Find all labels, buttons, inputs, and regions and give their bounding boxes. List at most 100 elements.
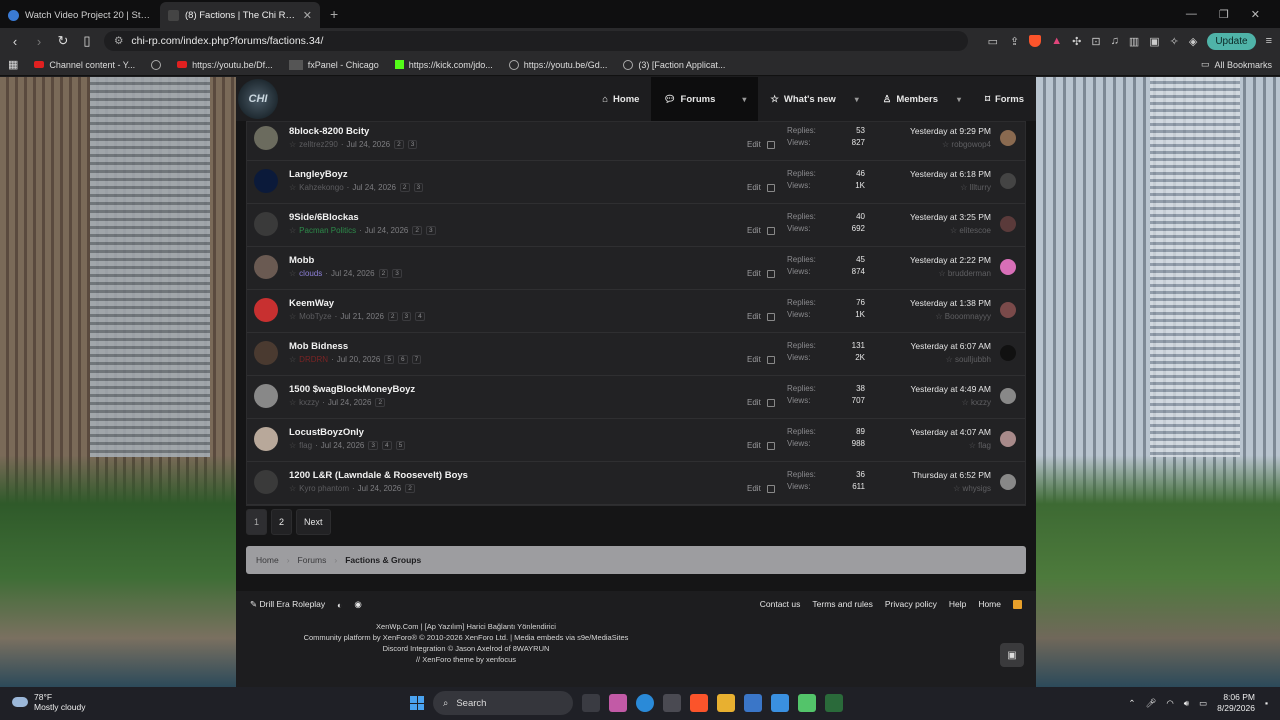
file-explorer-icon[interactable] [717,694,735,712]
site-settings-icon[interactable]: ⚙ [114,35,123,47]
star-icon[interactable]: ☆ [289,398,296,407]
breadcrumb-current[interactable]: Factions & Groups [345,555,421,565]
nav-forms[interactable]: ⌑ Forms [973,77,1036,121]
thread-author[interactable]: Kyro phantom [299,484,349,493]
last-post-user[interactable]: whysigs [963,484,991,493]
select-checkbox[interactable] [766,226,775,235]
weather-widget[interactable]: 78°F Mostly cloudy [12,692,86,712]
thread-author[interactable]: MobTyze [299,312,331,321]
last-post-user[interactable]: elitescoe [959,226,991,235]
thread-author[interactable]: flag [299,441,312,450]
next-page-button[interactable]: Next [296,509,331,535]
select-checkbox[interactable] [766,398,775,407]
wallet-icon[interactable]: ▣ [1149,35,1159,48]
volume-icon[interactable]: 🔊︎ [1184,698,1189,709]
page-2-button[interactable]: 2 [271,509,293,535]
bookmark-item[interactable]: https://youtu.be/Df... [177,60,273,70]
last-post-time[interactable]: Yesterday at 6:07 AM [911,340,992,353]
bookmark-item[interactable] [151,59,162,70]
star-icon[interactable]: ☆ [289,140,296,149]
windows-start-icon[interactable] [410,696,424,710]
last-post-user[interactable]: flag [978,441,991,450]
thread-author[interactable]: clouds [299,269,322,278]
excel-icon[interactable] [825,694,843,712]
chevron-down-icon[interactable]: ▾ [855,95,859,104]
thread-date[interactable]: Jul 24, 2026 [352,183,396,192]
help-link[interactable]: Help [949,599,966,609]
browser-tab-streamable[interactable]: Watch Video Project 20 | Streamable [0,2,160,28]
nav-home[interactable]: ⌂ Home [590,77,651,121]
thread-row[interactable]: 8block-8200 Bcity ☆ zelltrez290 · Jul 24… [247,122,1025,161]
page-jump-link[interactable]: 3 [401,312,412,321]
bookmark-item[interactable]: (3) [Faction Applicat... [623,59,725,70]
menu-icon[interactable]: ≡ [1266,35,1272,47]
page-jump-link[interactable]: 3 [368,441,378,450]
chevron-down-icon[interactable]: ▾ [742,95,746,104]
store-icon[interactable] [663,694,681,712]
last-post-time[interactable]: Thursday at 6:52 PM [912,469,991,482]
edit-link[interactable]: Edit [747,269,761,278]
edge-icon[interactable] [636,694,654,712]
thread-row[interactable]: 1500 $wagBlockMoneyBoyz ☆ kxzzy · Jul 24… [247,376,1025,419]
microphone-icon[interactable]: 🎤︎ [1146,698,1157,709]
last-post-time[interactable]: Yesterday at 6:18 PM [910,168,991,181]
share-icon[interactable]: ⇪ [1010,35,1019,48]
vpn-icon[interactable]: ◈ [1189,35,1197,48]
last-poster-avatar[interactable] [1000,216,1016,232]
thread-title[interactable]: 1500 $wagBlockMoneyBoyz [289,384,415,395]
thread-date[interactable]: Jul 24, 2026 [331,269,375,278]
close-window-icon[interactable]: ✕ [1251,8,1260,21]
terms-link[interactable]: Terms and rules [812,599,872,609]
last-post-user[interactable]: Booomnayyy [945,312,991,321]
rss-icon[interactable] [1013,599,1022,609]
close-tab-icon[interactable]: ✕ [303,9,312,22]
last-post-time[interactable]: Yesterday at 4:07 AM [911,426,992,439]
thread-date[interactable]: Jul 24, 2026 [358,484,402,493]
contact-us-link[interactable]: Contact us [760,599,801,609]
notifications-icon[interactable]: ▪ [1265,698,1268,708]
copilot-icon[interactable] [609,694,627,712]
edit-link[interactable]: Edit [747,484,761,493]
thread-author[interactable]: Pacman Politics [299,226,356,235]
thread-row[interactable]: 1200 L&R (Lawndale & Roosevelt) Boys ☆ K… [247,462,1025,505]
star-icon[interactable]: ☆ [289,441,296,450]
browser-tab-factions[interactable]: (8) Factions | The Chi Roleplay ✕ [160,2,320,28]
star-icon[interactable]: ☆ [289,226,296,235]
page-jump-link[interactable]: 5 [395,441,406,450]
last-poster-avatar[interactable] [1000,259,1016,275]
notepad-icon[interactable] [771,694,789,712]
edit-link[interactable]: Edit [747,398,761,407]
last-poster-avatar[interactable] [1000,474,1016,490]
thread-date[interactable]: Jul 24, 2026 [328,398,372,407]
style-chooser[interactable]: ✎ Drill Era Roleplay [250,599,325,610]
last-post-user[interactable]: lllturry [970,183,991,192]
select-checkbox[interactable] [766,484,775,493]
forward-icon[interactable]: › [32,34,46,49]
bookmark-item[interactable]: https://youtu.be/Gd... [508,59,607,70]
chevron-up-icon[interactable]: ⌃ [1128,698,1135,709]
task-view-icon[interactable] [582,694,600,712]
mail-icon[interactable] [744,694,762,712]
thread-row[interactable]: 9Side/6Blockas ☆ Pacman Politics · Jul 2… [247,204,1025,247]
restore-icon[interactable]: ❐ [1219,8,1229,21]
thread-title[interactable]: 9Side/6Blockas [289,212,359,223]
last-poster-avatar[interactable] [1000,173,1016,189]
url-bar[interactable]: ⚙ chi-rp.com/index.php?forums/factions.3… [104,31,968,51]
page-jump-link[interactable]: 4 [415,312,425,321]
last-post-time[interactable]: Yesterday at 3:25 PM [910,211,991,224]
page-jump-link[interactable]: 7 [411,355,422,364]
last-post-time[interactable]: Yesterday at 1:38 PM [910,297,991,310]
breadcrumb-home[interactable]: Home [256,555,279,565]
leo-ai-icon[interactable]: ✧ [1170,35,1179,48]
select-checkbox[interactable] [766,441,775,450]
star-icon[interactable]: ☆ [289,269,296,278]
thread-avatar[interactable] [254,470,278,494]
thread-title[interactable]: KeemWay [289,298,334,309]
thread-avatar[interactable] [254,255,278,279]
thread-title[interactable]: LocustBoyzOnly [289,427,364,438]
thread-avatar[interactable] [254,169,278,193]
apps-grid-icon[interactable]: ▦ [8,58,18,71]
extensions-icon[interactable]: ✣ [1072,35,1081,48]
thread-avatar[interactable] [254,427,278,451]
thread-row[interactable]: KeemWay ☆ MobTyze · Jul 21, 2026 234 Edi… [247,290,1025,333]
